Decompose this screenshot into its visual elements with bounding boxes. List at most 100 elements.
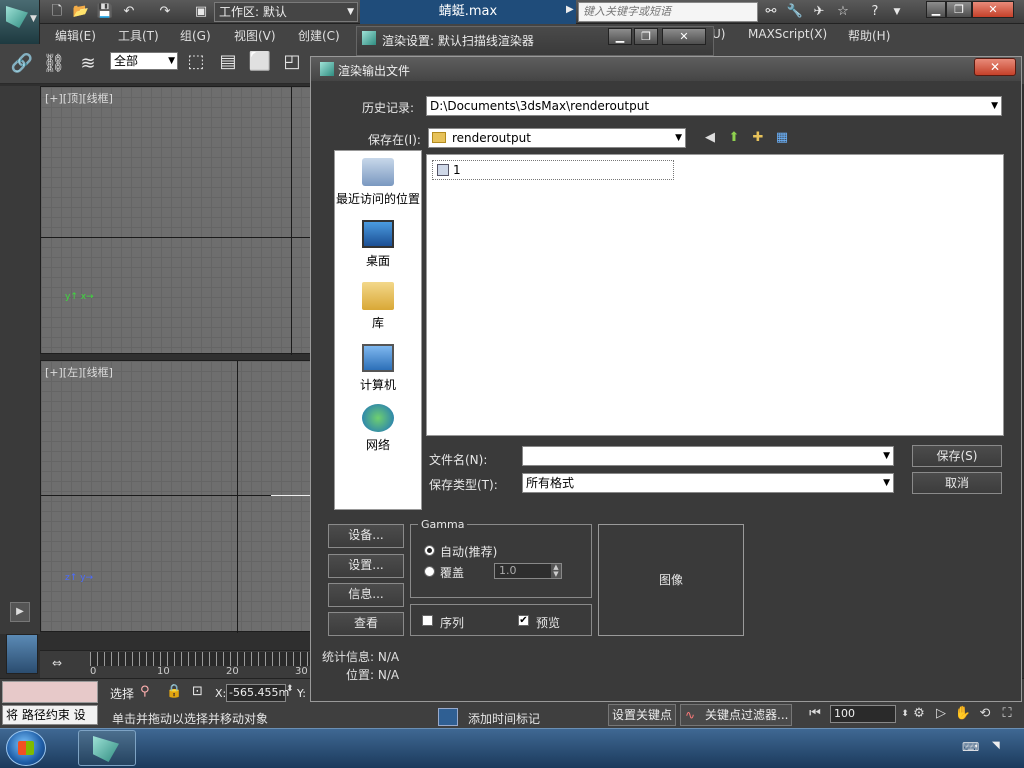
new-folder-icon[interactable]: ✚ xyxy=(750,130,766,146)
menu-help[interactable]: 帮助(H) xyxy=(848,27,890,44)
pan-icon[interactable]: ✋ xyxy=(954,705,972,723)
place-recent[interactable]: 最近访问的位置 xyxy=(334,158,422,207)
render-setup-close-button[interactable]: ✕ xyxy=(662,28,706,45)
gamma-override-spinner[interactable]: 1.0 ▲ ▼ xyxy=(494,563,562,579)
place-libraries[interactable]: 库 xyxy=(334,282,422,331)
current-frame-field[interactable]: 100 xyxy=(830,705,896,723)
close-button[interactable]: ✕ xyxy=(972,1,1014,18)
workspace-dropdown[interactable]: 工作区: 默认 ▼ xyxy=(214,2,358,22)
list-item[interactable]: 1 xyxy=(432,160,674,180)
play-arrow-icon[interactable]: ▶ xyxy=(566,4,574,15)
curve-editor-icon[interactable]: ⇔ xyxy=(52,656,62,670)
menu-partial[interactable]: U) xyxy=(712,27,725,41)
add-time-tag-button[interactable]: 添加时间标记 xyxy=(468,710,540,727)
rectangular-selection-icon[interactable]: ⬜ xyxy=(248,50,272,74)
dialog-close-button[interactable]: ✕ xyxy=(974,58,1016,76)
orbit-icon[interactable]: ⟲ xyxy=(976,705,994,723)
track-bar[interactable] xyxy=(90,652,312,666)
devices-button[interactable]: 设备... xyxy=(328,524,404,548)
chevron-down-icon[interactable]: ▼ xyxy=(888,3,906,21)
open-file-icon[interactable]: 📂 xyxy=(72,3,90,21)
restore-button[interactable]: ❐ xyxy=(946,1,972,18)
viewport-top[interactable]: [+][顶][线框] y↑ x→ xyxy=(40,86,313,355)
time-tag-icon[interactable] xyxy=(438,708,458,726)
star-icon[interactable]: ☆ xyxy=(834,3,852,21)
menu-group[interactable]: 组(G) xyxy=(180,27,211,44)
file-name: 1 xyxy=(453,163,461,177)
menu-edit[interactable]: 编辑(E) xyxy=(55,27,96,44)
menu-maxscript[interactable]: MAXScript(X) xyxy=(748,27,827,41)
gamma-override-value: 1.0 xyxy=(499,564,517,577)
view-button[interactable]: 查看 xyxy=(328,612,404,636)
file-list[interactable] xyxy=(426,154,1004,436)
search-input[interactable]: 键入关键字或短语 xyxy=(578,2,758,22)
menu-views[interactable]: 视图(V) xyxy=(234,27,276,44)
view-menu-icon[interactable]: ▦ xyxy=(774,130,790,146)
save-button[interactable]: 保存(S) xyxy=(912,445,1002,467)
place-network[interactable]: 网络 xyxy=(334,404,422,453)
undo-icon[interactable]: ↶ xyxy=(120,3,138,21)
info-button[interactable]: 信息... xyxy=(328,583,404,607)
maximize-viewport-icon[interactable]: ⛶ xyxy=(998,705,1016,723)
history-dropdown[interactable]: D:\Documents\3dsMax\renderoutput ▼ xyxy=(426,96,1002,116)
cancel-button[interactable]: 取消 xyxy=(912,472,1002,494)
start-button[interactable] xyxy=(6,730,46,766)
zoom-extents-icon[interactable]: ▷ xyxy=(932,705,950,723)
key-filters-button[interactable]: ∿ 关键点过滤器... xyxy=(680,704,792,726)
gamma-override-radio[interactable] xyxy=(424,566,435,577)
wrench-icon[interactable]: 🔧 xyxy=(786,3,804,21)
isolate-pin-icon[interactable]: ⚲ xyxy=(140,684,150,699)
gamma-auto-radio[interactable] xyxy=(424,545,435,556)
viewport-top-label[interactable]: [+][顶][线框] xyxy=(45,90,113,106)
spinner-icon[interactable]: ▲ ▼ xyxy=(551,564,561,578)
expand-panel-button[interactable]: ▶ xyxy=(10,602,30,622)
set-key-button[interactable]: 设置关键点 xyxy=(608,704,676,726)
place-computer[interactable]: 计算机 xyxy=(334,344,422,393)
sequence-checkbox[interactable] xyxy=(422,615,433,626)
go-to-start-icon[interactable]: ⏮ xyxy=(806,705,824,723)
help-icon[interactable]: ? xyxy=(866,3,884,21)
save-in-dropdown[interactable]: renderoutput ▼ xyxy=(428,128,686,148)
keyboard-icon[interactable]: ⌨ xyxy=(962,740,979,754)
prompt-line[interactable]: 将 路径约束 设 xyxy=(2,705,98,725)
select-object-icon[interactable]: ⬚ xyxy=(184,50,208,74)
link-icon[interactable]: 🔗 xyxy=(10,52,34,76)
up-folder-icon[interactable]: ⬆ xyxy=(726,130,742,146)
selection-filter-dropdown[interactable]: 全部 ▼ xyxy=(110,52,178,70)
absolute-mode-icon[interactable]: ⊡ xyxy=(192,684,203,699)
x-coordinate-field[interactable]: -565.455m xyxy=(226,684,289,702)
menu-create[interactable]: 创建(C) xyxy=(298,27,340,44)
filename-input[interactable]: ▼ xyxy=(522,446,894,466)
back-icon[interactable]: ◀ xyxy=(702,130,718,146)
app-menu-button[interactable]: ▼ xyxy=(0,0,40,44)
select-by-name-icon[interactable]: ▤ xyxy=(216,50,240,74)
time-config-icon[interactable]: ⚙ xyxy=(910,705,928,723)
gamma-group xyxy=(410,524,592,598)
unlink-icon[interactable]: ⛓ xyxy=(42,52,66,76)
satellite-icon[interactable]: ✈ xyxy=(810,3,828,21)
minimize-button[interactable]: ▁ xyxy=(926,1,946,18)
taskbar-3dsmax-button[interactable] xyxy=(78,730,136,766)
setup-button[interactable]: 设置... xyxy=(328,554,404,578)
render-setup-minimize-button[interactable]: ▁ xyxy=(608,28,632,45)
new-file-icon[interactable]: 🗋 xyxy=(48,3,66,21)
place-desktop[interactable]: 桌面 xyxy=(334,220,422,269)
lock-icon[interactable]: 🔒 xyxy=(166,684,182,699)
redo-icon[interactable]: ↷ xyxy=(156,3,174,21)
viewport-layout-icon[interactable] xyxy=(6,634,38,674)
spinner-icon[interactable]: ⬍ xyxy=(286,684,294,694)
tray-expand-icon[interactable]: ◥ xyxy=(992,740,1000,751)
window-crossing-icon[interactable]: ◰ xyxy=(280,50,304,74)
bind-space-warp-icon[interactable]: ≋ xyxy=(76,52,100,76)
viewport-left-label[interactable]: [+][左][线框] xyxy=(45,364,113,380)
save-file-icon[interactable]: 💾 xyxy=(96,3,114,21)
menu-tools[interactable]: 工具(T) xyxy=(118,27,159,44)
binoculars-icon[interactable]: ⚯ xyxy=(762,3,780,21)
project-folder-icon[interactable]: ▣ xyxy=(192,3,210,21)
maxscript-listener-mini[interactable] xyxy=(2,681,98,703)
viewport-left[interactable]: [+][左][线框] z↑ y→ xyxy=(40,360,313,633)
render-setup-restore-button[interactable]: ❐ xyxy=(634,28,658,45)
filetype-dropdown[interactable]: 所有格式 ▼ xyxy=(522,473,894,493)
preview-checkbox[interactable]: ✔ xyxy=(518,615,529,626)
stats-info: 统计信息: N/A xyxy=(322,650,400,664)
